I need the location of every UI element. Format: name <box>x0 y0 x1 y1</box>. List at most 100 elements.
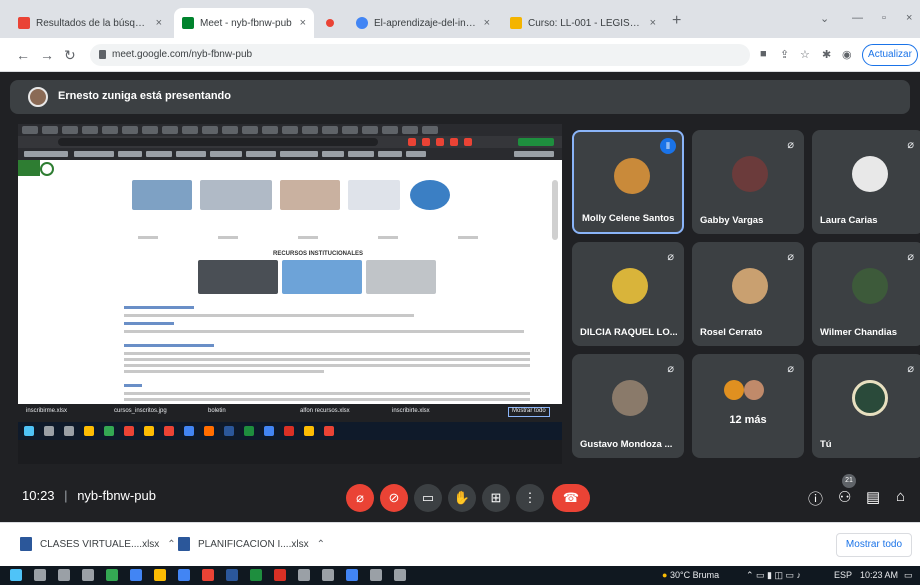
back-icon[interactable]: ← <box>16 47 30 63</box>
tab-meet[interactable]: Meet - nyb-fbnw-pub × <box>174 8 314 38</box>
people-icon[interactable]: ⚇ <box>838 488 851 506</box>
avatar <box>612 268 648 304</box>
end-call-icon[interactable]: ☎ <box>552 484 590 512</box>
close-icon[interactable]: × <box>156 17 162 29</box>
meeting-clock: 10:23 | nyb-fbnw-pub <box>22 488 156 503</box>
presentation-banner: Ernesto zuniga está presentando <box>10 80 910 114</box>
avatar <box>852 268 888 304</box>
shared-screen: RECURSOS INSTITUCIONALES inscribirme.xls… <box>18 124 562 464</box>
mic-off-icon: ⌀ <box>907 363 914 375</box>
close-icon[interactable]: × <box>300 17 306 29</box>
captions-icon[interactable]: ▭ <box>414 484 442 512</box>
store-icon[interactable] <box>178 569 190 581</box>
notifications-icon[interactable]: ▭ <box>904 570 913 581</box>
new-tab-icon[interactable]: + <box>672 12 681 30</box>
window-close-icon[interactable]: × <box>906 12 912 24</box>
tab-course[interactable]: Curso: LL-001 - LEGISLACIÓN LA × <box>502 8 664 38</box>
present-icon[interactable]: ⊞ <box>482 484 510 512</box>
avatar <box>744 380 764 400</box>
close-icon[interactable]: × <box>650 17 656 29</box>
taskbar-clock[interactable]: 10:23 AM <box>860 570 898 580</box>
shared-tab-strip <box>18 124 562 136</box>
chat-icon[interactable]: ▤ <box>866 488 880 506</box>
share-icon[interactable]: ⇪ <box>780 48 789 61</box>
chrome-icon[interactable] <box>202 569 214 581</box>
participant-tile[interactable]: ⌀ Gustavo Mondoza ... <box>572 354 684 458</box>
downloads-bar: CLASES VIRTUALE....xlsx ⌃ PLANIFICACION … <box>0 522 920 566</box>
shared-address-bar <box>18 136 562 148</box>
update-button[interactable]: Actualizar <box>862 44 918 66</box>
participant-tile[interactable]: ⦀ Molly Celene Santos <box>572 130 684 234</box>
mic-off-icon[interactable]: ⌀ <box>346 484 374 512</box>
minimize-icon[interactable]: — <box>852 12 863 24</box>
app-icon[interactable] <box>394 569 406 581</box>
widgets-icon[interactable] <box>82 569 94 581</box>
avatar <box>612 380 648 416</box>
participant-tile[interactable]: ⌀ Wilmer Chandias <box>812 242 920 346</box>
shared-bookmarks-bar <box>18 148 562 160</box>
weather-widget[interactable]: ● 30°C Bruma <box>662 570 719 580</box>
search-icon[interactable] <box>34 569 46 581</box>
chevron-up-icon[interactable]: ⌃ <box>317 539 325 550</box>
word-icon[interactable] <box>226 569 238 581</box>
chevron-up-icon[interactable]: ⌃ <box>167 539 175 550</box>
download-item[interactable]: CLASES VIRTUALE....xlsx ⌃ <box>20 537 176 551</box>
camera-icon[interactable]: ■ <box>760 48 767 60</box>
app-icon[interactable] <box>106 569 118 581</box>
url-bar[interactable]: meet.google.com/nyb-fbnw-pub <box>90 44 750 66</box>
windows-start-icon[interactable] <box>10 569 22 581</box>
self-tile[interactable]: ⌀ Tú <box>812 354 920 458</box>
powerpoint-icon[interactable] <box>274 569 286 581</box>
tab-english-learning[interactable]: El-aprendizaje-del-inglés-en-Am × <box>348 8 498 38</box>
gmail-icon <box>18 17 30 29</box>
windows-taskbar: ● 30°C Bruma ⌃ ▭ ▮ ◫ ▭ ♪ ESP 10:23 AM ▭ <box>0 566 920 585</box>
app-icon[interactable] <box>298 569 310 581</box>
more-participants-tile[interactable]: ⌀ 12 más <box>692 354 804 458</box>
profile-icon[interactable]: ◉ <box>842 48 852 61</box>
participant-tile[interactable]: ⌀ Rosel Cerrato <box>692 242 804 346</box>
download-item[interactable]: PLANIFICACION I....xlsx ⌃ <box>178 537 325 551</box>
meet-icon <box>182 17 194 29</box>
info-icon[interactable]: ⓘ <box>808 488 823 509</box>
record-icon <box>326 19 334 27</box>
file-icon <box>20 537 32 551</box>
shared-scrollbar <box>552 180 558 240</box>
mic-off-icon: ⌀ <box>667 251 674 263</box>
show-all-button[interactable]: Mostrar todo <box>836 533 912 557</box>
language-indicator[interactable]: ESP <box>834 570 852 580</box>
participant-count-badge: 21 <box>842 474 856 488</box>
forward-icon[interactable]: → <box>40 47 54 63</box>
star-icon[interactable]: ☆ <box>800 48 810 61</box>
avatar <box>732 268 768 304</box>
shared-taskbar <box>18 422 562 440</box>
browser-tab-bar: Resultados de la búsqueda - gle × Meet -… <box>0 0 920 38</box>
avatar <box>28 87 48 107</box>
app-icon[interactable] <box>370 569 382 581</box>
edge-icon[interactable] <box>130 569 142 581</box>
close-icon[interactable]: × <box>484 17 490 29</box>
tab-recording[interactable]: × <box>318 8 344 38</box>
participant-tile[interactable]: ⌀ Laura Carias <box>812 130 920 234</box>
task-view-icon[interactable] <box>58 569 70 581</box>
mic-off-icon: ⌀ <box>787 251 794 263</box>
participant-tile[interactable]: ⌀ DILCIA RAQUEL LO... <box>572 242 684 346</box>
app-icon[interactable] <box>322 569 334 581</box>
course-icon <box>510 17 522 29</box>
meeting-code: nyb-fbnw-pub <box>77 488 156 503</box>
avatar <box>724 380 744 400</box>
maximize-icon[interactable]: ▫ <box>882 12 886 24</box>
mic-off-icon: ⌀ <box>787 139 794 151</box>
tab-search-icon[interactable]: ⌄ <box>820 12 829 25</box>
activities-icon[interactable]: ⌂ <box>896 488 905 505</box>
excel-icon[interactable] <box>250 569 262 581</box>
tab-search-results[interactable]: Resultados de la búsqueda - gle × <box>10 8 170 38</box>
raise-hand-icon[interactable]: ✋ <box>448 484 476 512</box>
file-explorer-icon[interactable] <box>154 569 166 581</box>
reload-icon[interactable]: ↻ <box>64 47 76 64</box>
camera-off-icon[interactable]: ⊘ <box>380 484 408 512</box>
extensions-icon[interactable]: ✱ <box>822 48 831 61</box>
tray-icons[interactable]: ⌃ ▭ ▮ ◫ ▭ ♪ <box>746 570 801 581</box>
app-icon[interactable] <box>346 569 358 581</box>
participant-tile[interactable]: ⌀ Gabby Vargas <box>692 130 804 234</box>
more-options-icon[interactable]: ⋮ <box>516 484 544 512</box>
